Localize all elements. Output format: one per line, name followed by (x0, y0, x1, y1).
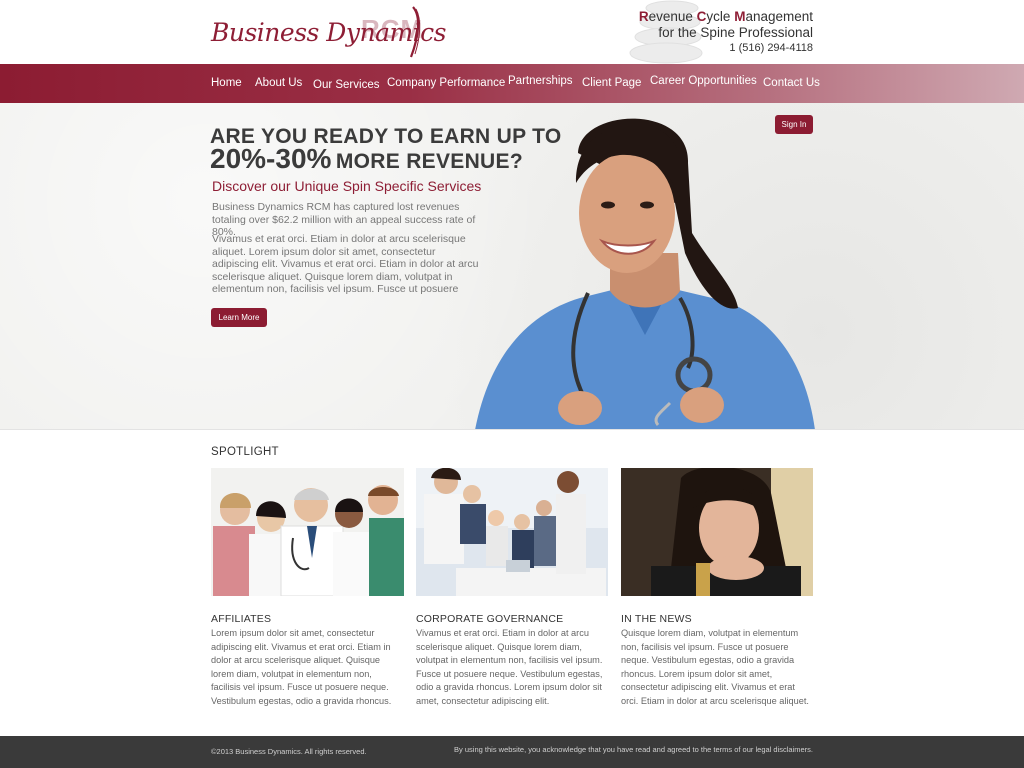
spotlight-title: SPOTLIGHT (211, 446, 279, 458)
nav-item-client-page[interactable]: Client Page (582, 64, 641, 103)
nav-item-partnerships[interactable]: Partnerships (508, 62, 573, 101)
hero-subheadline: Discover our Unique Spin Specific Servic… (212, 178, 482, 194)
logo[interactable]: RCM Business Dynamics (211, 6, 447, 58)
site-footer: ©2013 Business Dynamics. All rights rese… (0, 736, 1024, 768)
nav-item-about-us[interactable]: About Us (255, 64, 302, 103)
in-the-news-heading[interactable]: IN THE NEWS (621, 613, 692, 625)
affiliates-image[interactable] (211, 468, 404, 596)
affiliates-heading[interactable]: AFFILIATES (211, 613, 271, 625)
sign-in-button[interactable]: Sign In (775, 115, 813, 134)
hero-headline-percent: 20%-30% (210, 143, 332, 174)
learn-more-button[interactable]: Learn More (211, 308, 267, 327)
hero-banner: ARE YOU READY TO EARN UP TO 20%-30% MORE… (0, 103, 1024, 430)
nav-item-home[interactable]: Home (211, 64, 242, 103)
tagline-capital-letter: M (734, 9, 746, 24)
corporate-governance-heading[interactable]: CORPORATE GOVERNANCE (416, 613, 563, 625)
affiliates-text: Lorem ipsum dolor sit amet, consectetur … (211, 628, 392, 706)
corporate-governance-text: Vivamus et erat orci. Etiam in dolor at … (416, 628, 603, 706)
nav-item-our-services[interactable]: Our Services (313, 66, 379, 105)
tagline-line2: for the Spine Professional (658, 25, 813, 40)
main-nav: Home About Us Our Services Company Perfo… (0, 64, 1024, 103)
tagline: Revenue Cycle Management for the Spine P… (639, 9, 813, 56)
tagline-capital-letter: C (696, 9, 707, 24)
nav-item-company-performance[interactable]: Company Performance (387, 64, 505, 103)
in-the-news-image[interactable] (621, 468, 813, 596)
phone-number[interactable]: 1 (516) 294-4118 (639, 41, 813, 56)
logo-swoosh-icon (409, 6, 421, 58)
nurse-photo (475, 118, 815, 429)
legal-disclaimer-text[interactable]: By using this website, you acknowledge t… (454, 745, 813, 754)
corporate-governance-image[interactable] (416, 468, 608, 596)
tagline-capital-letter: R (638, 9, 649, 24)
nav-item-contact-us[interactable]: Contact Us (763, 64, 820, 103)
in-the-news-text: Quisque lorem diam, volutpat in elementu… (621, 628, 809, 706)
site-header: RCM Business Dynamics Revenue Cycle Mana… (0, 0, 1024, 64)
hero-paragraph-2: Vivamus et erat orci. Etiam in dolor at … (212, 233, 479, 295)
tagline-line1: Revenue Cycle Management (638, 9, 813, 24)
copyright-text: ©2013 Business Dynamics. All rights rese… (211, 747, 367, 756)
nav-item-career-opportunities[interactable]: Career Opportunities (650, 62, 757, 101)
